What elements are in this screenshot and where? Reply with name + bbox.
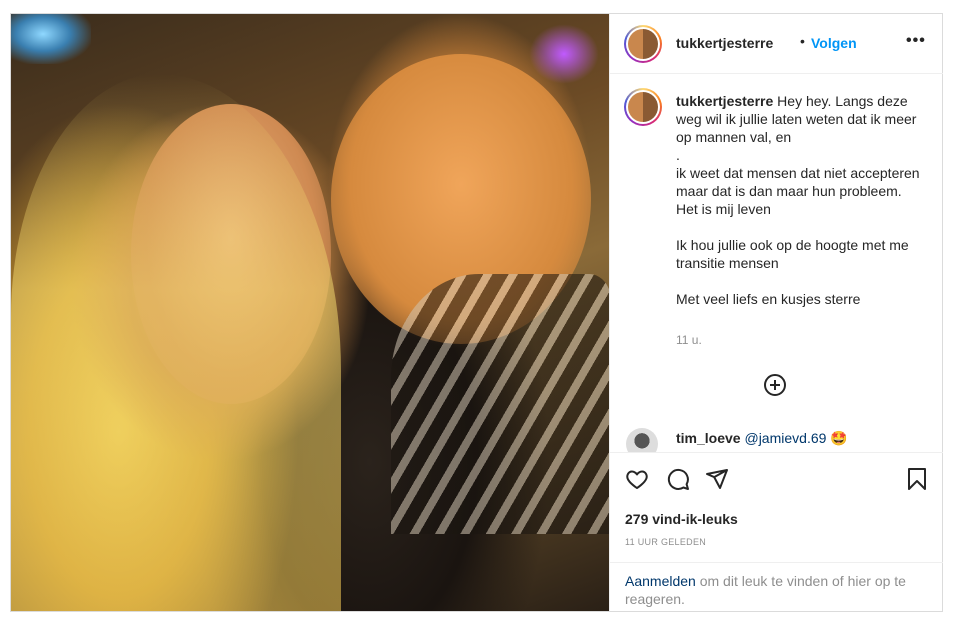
login-link[interactable]: Aanmelden	[625, 573, 696, 589]
post-photo[interactable]	[11, 14, 609, 611]
login-prompt: Aanmelden om dit leuk te vinden of hier …	[610, 562, 943, 611]
likes-count[interactable]: 279 vind-ik-leuks	[625, 511, 738, 527]
comment-row: tim_loeve @jamievd.69 🤩	[676, 430, 848, 447]
separator-dot: •	[800, 33, 805, 49]
caption-avatar[interactable]	[624, 88, 662, 126]
add-comment-icon[interactable]	[764, 374, 786, 396]
author-username[interactable]: tukkertjesterre	[676, 35, 773, 51]
action-bar: 279 vind-ik-leuks 11 UUR GELEDEN	[610, 452, 943, 562]
comment-mention[interactable]: @jamievd.69	[744, 430, 826, 446]
author-avatar[interactable]	[624, 25, 662, 63]
post-header: tukkertjesterre • Volgen •••	[610, 14, 943, 74]
caption-username[interactable]: tukkertjesterre	[676, 93, 773, 109]
comment-username[interactable]: tim_loeve	[676, 430, 741, 446]
comments-section[interactable]: tukkertjesterre Hey hey. Langs deze weg …	[610, 74, 943, 452]
bookmark-icon[interactable]	[905, 467, 929, 491]
caption: tukkertjesterre Hey hey. Langs deze weg …	[676, 92, 926, 308]
more-icon[interactable]: •••	[906, 32, 926, 50]
share-icon[interactable]	[705, 467, 729, 491]
heart-icon[interactable]	[625, 467, 649, 491]
comment-emoji: 🤩	[830, 430, 848, 446]
post-sidebar: tukkertjesterre • Volgen ••• tukkertjest…	[609, 14, 943, 611]
follow-button[interactable]: Volgen	[811, 35, 857, 51]
comment-icon[interactable]	[666, 467, 690, 491]
commenter-avatar[interactable]	[626, 428, 658, 452]
post-card: tukkertjesterre • Volgen ••• tukkertjest…	[10, 13, 943, 612]
post-timestamp[interactable]: 11 UUR GELEDEN	[625, 537, 706, 547]
caption-text: Hey hey. Langs deze weg wil ik jullie la…	[676, 93, 920, 307]
caption-timestamp[interactable]: 11 u.	[676, 333, 702, 347]
